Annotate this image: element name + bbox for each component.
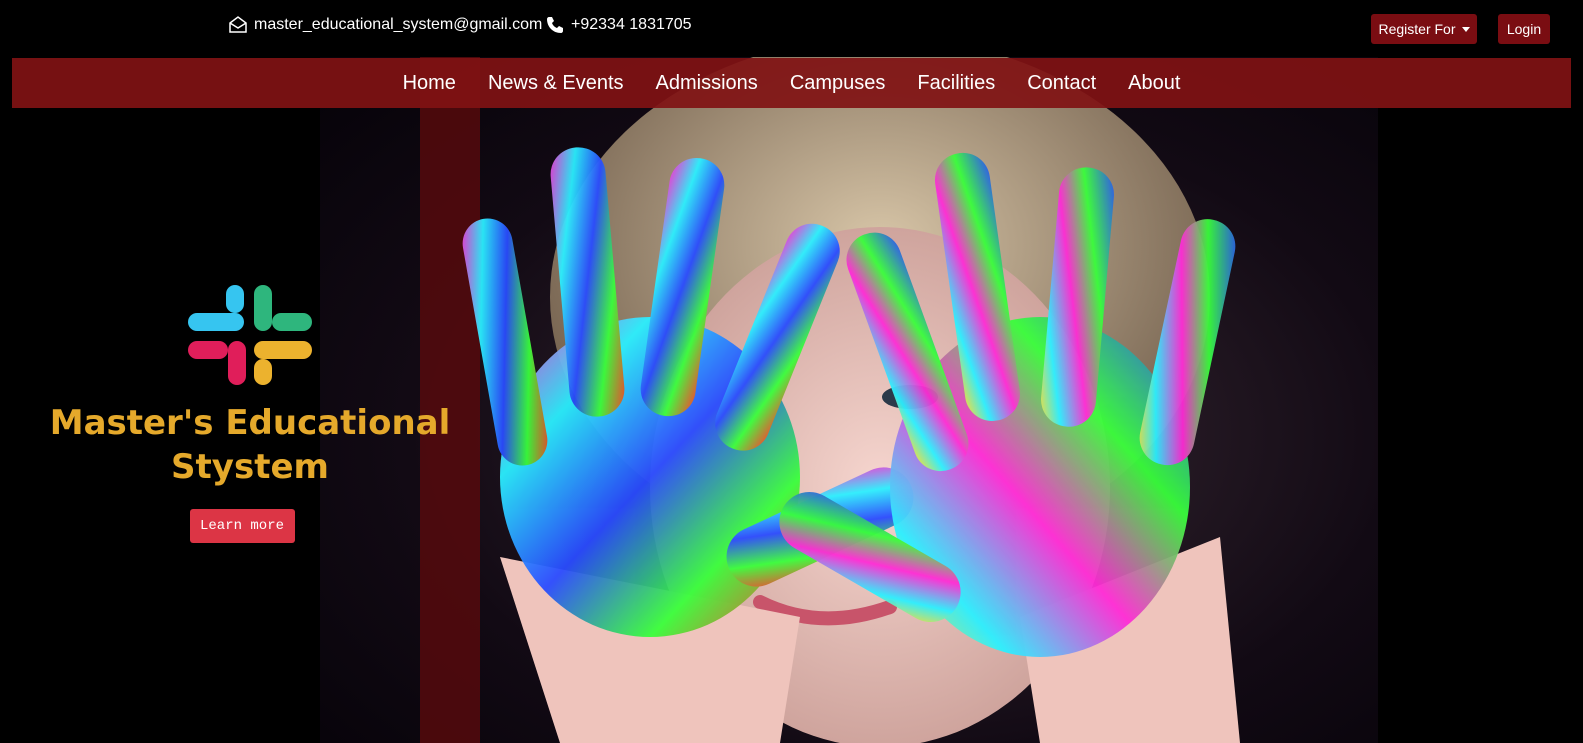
nav-item-about[interactable]: About — [1128, 72, 1180, 95]
nav-item-admissions[interactable]: Admissions — [656, 72, 758, 95]
contact-phone[interactable]: +92334 1831705 — [545, 14, 692, 36]
main-navbar: Home News & Events Admissions Campuses F… — [12, 58, 1571, 108]
nav-item-facilities[interactable]: Facilities — [917, 72, 995, 95]
slack-style-logo-icon — [188, 285, 312, 385]
login-button[interactable]: Login — [1498, 14, 1550, 44]
top-contact-bar: master_educational_system@gmail.com +923… — [0, 0, 1583, 57]
envelope-icon — [228, 15, 248, 35]
nav-item-campuses[interactable]: Campuses — [790, 72, 886, 95]
contact-phone-text: +92334 1831705 — [571, 16, 692, 33]
hero-image — [320, 57, 1378, 743]
contact-email[interactable]: master_educational_system@gmail.com — [228, 14, 542, 36]
learn-more-button[interactable]: Learn more — [189, 509, 295, 543]
register-for-dropdown[interactable]: Register For — [1371, 14, 1477, 44]
caret-down-icon — [1461, 26, 1470, 32]
nav-item-news-events[interactable]: News & Events — [488, 72, 624, 95]
brand-block: Master's Educational Stystem Learn more — [40, 285, 460, 543]
nav-item-home[interactable]: Home — [403, 72, 456, 95]
brand-title: Master's Educational Stystem — [49, 403, 451, 487]
contact-email-text: master_educational_system@gmail.com — [254, 16, 543, 33]
phone-icon — [545, 15, 565, 35]
page: master_educational_system@gmail.com +923… — [0, 0, 1583, 743]
nav-item-contact[interactable]: Contact — [1027, 72, 1096, 95]
register-for-label: Register For — [1378, 21, 1456, 37]
hero-illustration — [420, 57, 1240, 743]
